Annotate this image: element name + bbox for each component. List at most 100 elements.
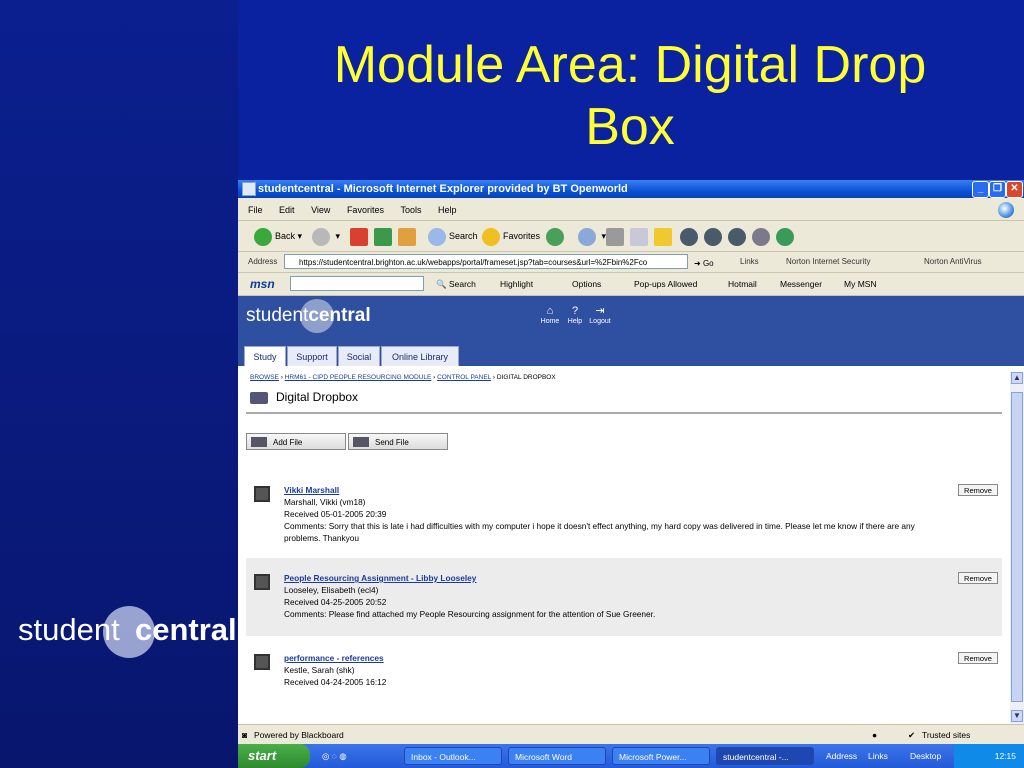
minimize-button[interactable]: _ <box>972 181 989 198</box>
clock: 12:15 <box>994 751 1016 761</box>
logout-link-label: Logout <box>589 318 611 325</box>
item-title-link[interactable]: performance - references <box>284 652 944 664</box>
msn-search-label: Search <box>448 279 476 289</box>
logo-text-student: student <box>18 612 120 647</box>
options-button[interactable]: Options <box>572 273 601 295</box>
add-file-label: Add File <box>273 438 303 447</box>
hotmail-button[interactable]: Hotmail <box>728 273 757 295</box>
studentcentral-logo: student central <box>18 604 237 664</box>
floppy-disk-icon <box>254 574 270 590</box>
tab-study[interactable]: Study <box>244 346 286 366</box>
refresh-button[interactable] <box>374 226 395 246</box>
norton-security[interactable]: Norton Internet Security <box>786 252 870 272</box>
forward-button[interactable]: ▾ <box>312 226 340 246</box>
favorites-button[interactable]: Favorites <box>482 226 540 246</box>
discuss-button[interactable] <box>752 226 773 246</box>
start-button[interactable]: start <box>238 744 310 768</box>
home-button[interactable] <box>398 226 419 246</box>
tab-online-library[interactable]: Online Library <box>381 346 459 366</box>
taskbar-address[interactable]: Address <box>826 744 857 768</box>
scroll-thumb[interactable] <box>1011 392 1023 702</box>
task-studentcentral[interactable]: studentcentral -... <box>716 747 814 765</box>
back-arrow-icon <box>254 227 272 246</box>
back-button[interactable]: Back ▾ <box>254 226 302 246</box>
history-button[interactable] <box>546 226 567 246</box>
windows-logo-icon <box>998 202 1014 218</box>
menu-view[interactable]: View <box>311 205 330 215</box>
browser-window: studentcentral - Microsoft Internet Expl… <box>238 180 1024 768</box>
restore-button[interactable]: ❐ <box>989 181 1006 198</box>
home-icon <box>398 227 416 246</box>
taskbar-links[interactable]: Links <box>868 744 888 768</box>
system-tray: 12:15 <box>954 744 1024 768</box>
status-bar: ◙ Powered by Blackboard ● ✔ Trusted site… <box>238 724 1024 745</box>
menu-tools[interactable]: Tools <box>400 205 421 215</box>
folder-button[interactable] <box>654 226 675 246</box>
links-toolbar[interactable]: Links <box>740 252 759 272</box>
refresh-icon <box>374 227 392 246</box>
popups-button[interactable]: Pop-ups Allowed <box>634 273 697 295</box>
taskbar-desktop[interactable]: Desktop <box>910 744 941 768</box>
scroll-down-arrow-icon[interactable]: ▼ <box>1011 710 1023 722</box>
remove-button[interactable]: Remove <box>958 484 998 496</box>
mail-icon <box>578 227 596 246</box>
menu-favorites[interactable]: Favorites <box>347 205 384 215</box>
star-icon <box>482 227 500 246</box>
item-title-link[interactable]: People Resourcing Assignment - Libby Loo… <box>284 572 944 584</box>
item-owner: Kestle, Sarah (shk) <box>284 665 355 675</box>
print-button[interactable] <box>606 226 627 246</box>
messenger-button[interactable] <box>776 226 797 246</box>
dropbox-item: Vikki Marshall Marshall, Vikki (vm18) Re… <box>246 468 1002 552</box>
menu-edit[interactable]: Edit <box>279 205 295 215</box>
globe-button-3[interactable] <box>728 226 749 246</box>
remove-button[interactable]: Remove <box>958 652 998 664</box>
quick-launch[interactable]: ◎ ◌ ◍ <box>322 744 347 768</box>
msn-search-button[interactable]: 🔍 Search <box>436 273 476 295</box>
logo-text-central: central <box>135 612 237 647</box>
status-ie-icon: ◙ <box>242 730 248 740</box>
close-button[interactable]: ✕ <box>1006 181 1023 198</box>
msn-search-input[interactable] <box>290 276 424 291</box>
status-text: Powered by Blackboard <box>254 730 344 740</box>
site-logo[interactable]: studentcentral <box>246 305 371 327</box>
breadcrumb-module[interactable]: HRM61 - CIPD PEOPLE RESOURCING MODULE <box>285 374 432 381</box>
address-input[interactable]: https://studentcentral.brighton.ac.uk/we… <box>284 254 688 269</box>
remove-button[interactable]: Remove <box>958 572 998 584</box>
dropbox-panel: BROWSE › HRM61 - CIPD PEOPLE RESOURCING … <box>244 366 1010 724</box>
site-logo-student: student <box>246 305 309 326</box>
logout-link[interactable]: ⇥ Logout <box>585 304 615 325</box>
help-link-label: Help <box>567 318 583 325</box>
go-button[interactable]: ➜ Go <box>694 254 714 274</box>
item-owner: Marshall, Vikki (vm18) <box>284 497 366 507</box>
norton-antivirus[interactable]: Norton AntiVirus <box>924 252 982 272</box>
send-file-button[interactable]: Send File <box>348 433 448 450</box>
vertical-scrollbar[interactable]: ▲ ▼ <box>1010 372 1024 724</box>
msn-logo[interactable]: msn <box>250 273 275 295</box>
menu-help[interactable]: Help <box>438 205 457 215</box>
globe-button-2[interactable] <box>704 226 725 246</box>
breadcrumb-control-panel[interactable]: CONTROL PANEL <box>437 374 491 381</box>
tab-support[interactable]: Support <box>287 346 337 366</box>
scroll-up-arrow-icon[interactable]: ▲ <box>1011 372 1023 384</box>
address-bar: Address https://studentcentral.brighton.… <box>238 252 1024 273</box>
add-file-button[interactable]: Add File <box>246 433 346 450</box>
item-title-link[interactable]: Vikki Marshall <box>284 484 944 496</box>
mail-button[interactable]: ▾ <box>578 226 606 246</box>
menu-file[interactable]: File <box>248 205 263 215</box>
task-powerpoint[interactable]: Microsoft Power... <box>612 747 710 765</box>
tab-social[interactable]: Social <box>338 346 380 366</box>
mymsn-button[interactable]: My MSN <box>844 273 877 295</box>
item-comments: Comments: Sorry that this is late i had … <box>284 521 915 543</box>
search-button[interactable]: Search <box>428 226 478 246</box>
breadcrumb-browse[interactable]: BROWSE <box>250 374 279 381</box>
edit-button[interactable] <box>630 226 651 246</box>
globe-button-1[interactable] <box>680 226 701 246</box>
menu-bar: File Edit View Favorites Tools Help <box>238 200 1024 221</box>
home-link-label: Home <box>540 318 560 325</box>
messenger-link[interactable]: Messenger <box>780 273 822 295</box>
highlight-button[interactable]: Highlight <box>500 273 533 295</box>
stop-button[interactable] <box>350 226 371 246</box>
task-word[interactable]: Microsoft Word <box>508 747 606 765</box>
page-content: studentcentral ⌂ Home ? Help ⇥ Logout Study… <box>238 296 1024 724</box>
task-outlook[interactable]: Inbox - Outlook... <box>404 747 502 765</box>
